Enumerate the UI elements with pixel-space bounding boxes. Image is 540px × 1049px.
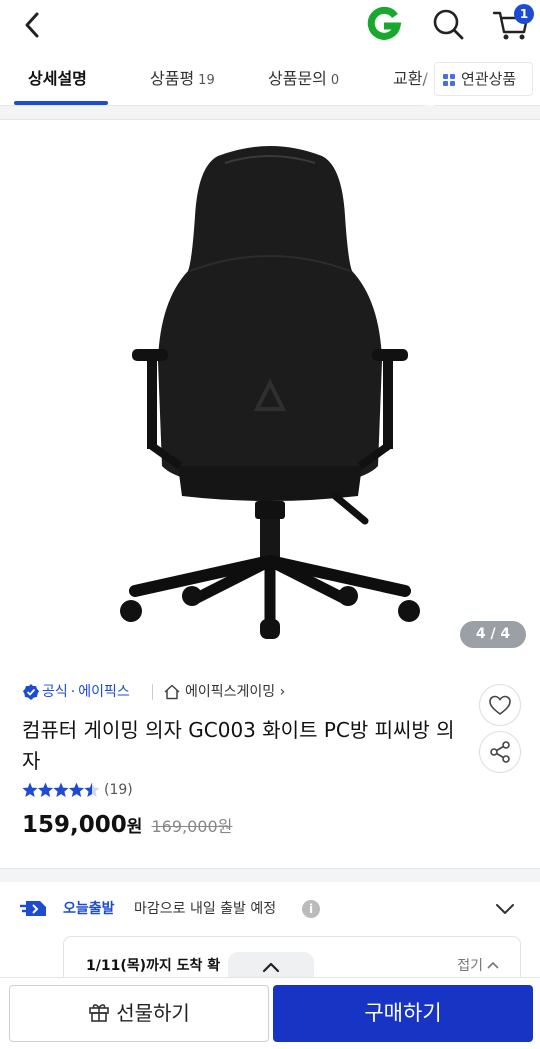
gift-label: 선물하기 xyxy=(116,1001,190,1025)
share-button[interactable] xyxy=(479,731,521,773)
star-rating xyxy=(22,782,100,797)
today-ship-label: 오늘출발 xyxy=(63,901,115,917)
search-icon[interactable] xyxy=(428,4,468,44)
star-icon xyxy=(53,782,69,797)
gift-button[interactable]: 선물하기 xyxy=(9,985,269,1042)
verified-badge-icon xyxy=(23,684,39,700)
divider xyxy=(152,684,153,700)
related-products-label: 연관상품 xyxy=(461,70,517,88)
fold-button[interactable]: 접기 xyxy=(457,955,500,975)
like-button[interactable] xyxy=(479,684,521,726)
product-page: 1 상세설명 상품평 19 상품문의 0 교환/ 연관상품 4 / 4 공식 ·… xyxy=(0,0,540,1049)
store-link[interactable]: 에이픽스게이밍 › xyxy=(185,682,285,702)
price-row: 159,000원 169,000원 xyxy=(22,812,232,842)
arrival-date: 1/11(목)까지 도착 확 xyxy=(86,958,221,974)
active-tab-indicator xyxy=(14,101,108,105)
tab-count: 19 xyxy=(198,73,215,88)
gift-icon xyxy=(89,1004,109,1022)
cart-count-badge: 1 xyxy=(514,4,534,24)
fold-label: 접기 xyxy=(457,958,483,974)
chevron-up-icon xyxy=(262,962,280,973)
product-image-carousel[interactable] xyxy=(0,121,540,661)
star-icon xyxy=(37,782,54,797)
official-label: 공식 xyxy=(42,684,68,700)
chevron-down-icon[interactable] xyxy=(494,900,516,918)
top-bar: 1 xyxy=(0,0,540,50)
chevron-right-icon: › xyxy=(279,684,286,700)
price-unit: 원 xyxy=(126,817,143,837)
star-icon xyxy=(84,782,100,797)
brand-link[interactable]: 공식 · 에이픽스 xyxy=(42,682,130,702)
bottom-action-bar: 선물하기 구매하기 xyxy=(0,977,540,1049)
tab-reviews[interactable]: 상품평 19 xyxy=(150,52,215,106)
share-icon xyxy=(490,741,510,763)
product-title: 컴퓨터 게이밍 의자 GC003 화이트 PC방 피씨방 의자 xyxy=(22,718,455,773)
star-icon xyxy=(22,782,38,797)
store-name: 에이픽스게이밍 xyxy=(185,684,276,700)
tab-count: 0 xyxy=(330,73,340,88)
grid-icon xyxy=(443,74,455,86)
section-divider xyxy=(0,106,540,120)
fast-delivery-icon xyxy=(20,901,46,916)
brand-separator: · xyxy=(70,684,76,700)
heart-icon xyxy=(489,695,511,716)
buy-button[interactable]: 구매하기 xyxy=(273,985,533,1042)
tab-detail[interactable]: 상세설명 xyxy=(28,52,87,106)
related-products-button[interactable]: 연관상품 xyxy=(434,62,533,96)
sale-price: 159,000 xyxy=(22,812,127,838)
tab-label: 상품평 xyxy=(150,69,195,88)
review-count: (19) xyxy=(104,782,133,798)
tab-fade xyxy=(420,52,434,106)
section-divider xyxy=(0,868,540,882)
brand-name: 에이픽스 xyxy=(78,684,130,700)
original-price: 169,000원 xyxy=(151,817,233,836)
home-icon xyxy=(164,684,180,700)
chevron-up-icon xyxy=(487,961,499,969)
image-counter: 4 / 4 xyxy=(460,621,526,648)
tab-qna[interactable]: 상품문의 0 xyxy=(268,52,339,106)
ship-text: 마감으로 내일 출발 예정 xyxy=(134,901,277,917)
tab-label: 상품문의 xyxy=(268,69,327,88)
gaming-chair-image xyxy=(120,146,420,639)
gmarket-g-logo[interactable] xyxy=(366,6,402,42)
info-icon[interactable]: i xyxy=(302,900,320,918)
star-icon xyxy=(68,782,85,797)
back-arrow-icon[interactable] xyxy=(16,6,48,42)
tab-label: 상세설명 xyxy=(28,69,87,88)
